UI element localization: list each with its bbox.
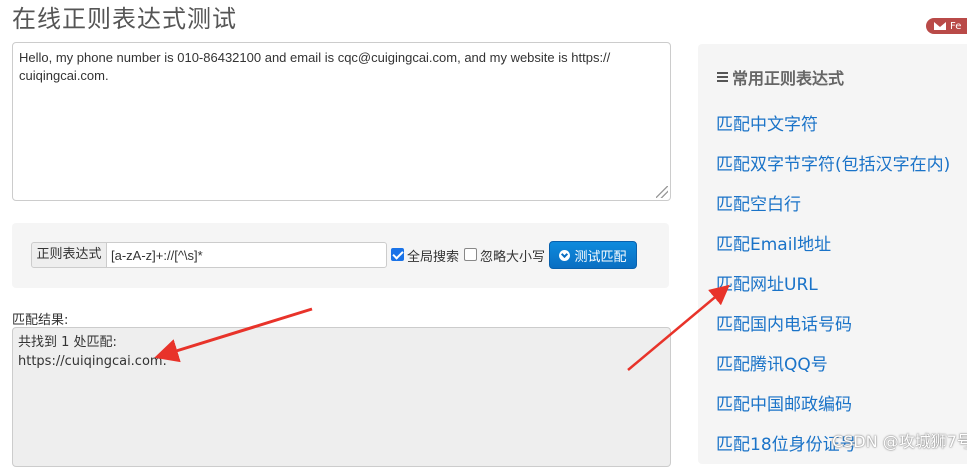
- sidebar-title: 常用正则表达式: [717, 65, 844, 89]
- result-label: 匹配结果:: [12, 313, 69, 328]
- ignore-case-label: 忽略大小写: [480, 250, 546, 265]
- watermark: CSDN @攻城狮7号: [832, 432, 967, 451]
- sidebar-link-postal-code[interactable]: 匹配中国邮政编码: [716, 390, 852, 415]
- test-match-label: 测试匹配: [574, 249, 627, 265]
- sidebar-link-phone[interactable]: 匹配国内电话号码: [716, 310, 852, 335]
- ignore-case-checkbox[interactable]: [464, 248, 477, 261]
- sidebar-title-text: 常用正则表达式: [732, 69, 845, 88]
- sidebar-link-qq[interactable]: 匹配腾讯QQ号: [716, 350, 828, 375]
- sidebar-link-url[interactable]: 匹配网址URL: [716, 270, 818, 295]
- source-text-area[interactable]: Hello, my phone number is 010-86432100 a…: [12, 42, 671, 201]
- sidebar-link-email[interactable]: 匹配Email地址: [716, 230, 831, 255]
- test-match-button[interactable]: 测试匹配: [549, 241, 637, 269]
- feedback-badge[interactable]: Fe: [926, 18, 967, 34]
- sidebar-link-chinese-chars[interactable]: 匹配中文字符: [716, 110, 818, 135]
- resize-grip[interactable]: [656, 186, 668, 198]
- envelope-icon: [934, 22, 946, 30]
- global-search-label: 全局搜索: [407, 250, 460, 265]
- result-match: https://cuiqingcai.com.: [18, 354, 167, 369]
- sidebar-link-double-byte[interactable]: 匹配双字节字符(包括汉字在内): [716, 150, 950, 175]
- global-search-checkbox[interactable]: [391, 248, 404, 261]
- result-summary: 共找到 1 处匹配:: [18, 335, 117, 350]
- feedback-label: Fe: [950, 20, 962, 32]
- page-title: 在线正则表达式测试: [12, 5, 237, 33]
- sidebar-link-blank-line[interactable]: 匹配空白行: [716, 190, 801, 215]
- regex-addon-label: 正则表达式: [31, 242, 107, 268]
- list-icon: [717, 72, 728, 82]
- chevron-down-icon: [559, 249, 571, 261]
- regex-input[interactable]: [106, 242, 387, 268]
- result-box: 共找到 1 处匹配: https://cuiqingcai.com.: [12, 327, 671, 467]
